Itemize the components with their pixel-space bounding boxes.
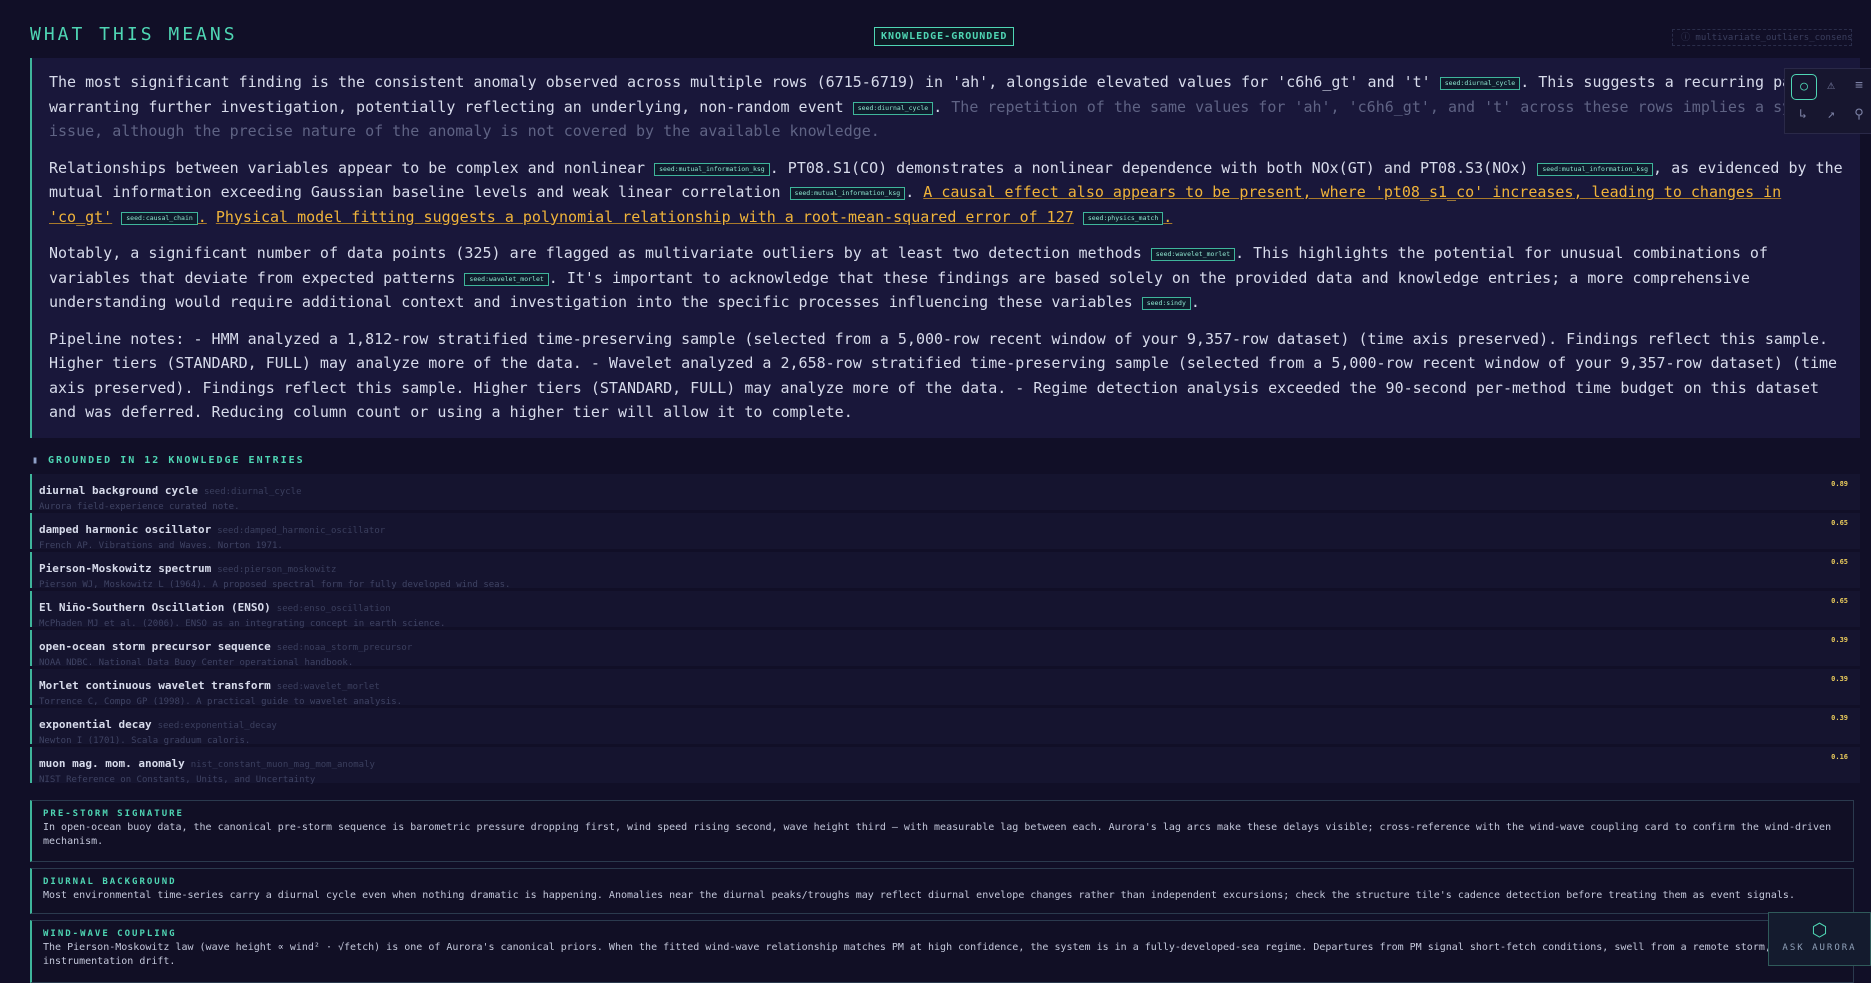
knowledge-entry[interactable]: damped harmonic oscillator seed:damped_ha… <box>30 513 1860 551</box>
entry-citation: NOAA NDBC. National Data Buoy Center ope… <box>39 658 354 668</box>
knowledge-entry[interactable]: Morlet continuous wavelet transform seed:… <box>30 669 1860 707</box>
entry-seed: seed:enso_oscillation <box>276 604 391 614</box>
entry-score: 0.39 <box>1831 714 1848 722</box>
knowledge-entry[interactable]: Pierson-Moskowitz spectrum seed:pierson_m… <box>30 552 1860 590</box>
seed-chip[interactable]: seed:wavelet_morlet <box>464 272 549 286</box>
summary-text: . PT08.S1(CO) demonstrates a nonlinear d… <box>769 158 1529 177</box>
physics-claim-text: Physical model fitting suggests a polyno… <box>215 207 1074 226</box>
entry-seed: seed:exponential_decay <box>157 721 277 731</box>
summary-paragraph: The most significant finding is the cons… <box>49 70 1849 144</box>
hook-icon[interactable]: ↳ <box>1791 103 1815 127</box>
entry-seed: seed:pierson_moskowitz <box>217 565 337 575</box>
entry-title: damped harmonic oscillator <box>39 523 212 536</box>
book-icon: ▮ <box>32 455 41 466</box>
seed-chip[interactable]: seed:mutual_information_ksg <box>654 162 770 176</box>
summary-text: . <box>1163 207 1173 226</box>
ask-aurora-label: ASK AURORA <box>1782 943 1857 953</box>
knowledge-entry[interactable]: El Niño-Southern Oscillation (ENSO) seed:… <box>30 591 1860 629</box>
warning-icon[interactable]: ⚠ <box>1819 74 1843 98</box>
summary-text: Notably, a significant number of data po… <box>49 244 1142 262</box>
grounded-heading: ▮ GROUNDED IN 12 KNOWLEDGE ENTRIES <box>32 455 305 466</box>
entry-title: Pierson-Moskowitz spectrum <box>39 562 212 575</box>
knowledge-entry[interactable]: muon mag. mom. anomaly nist_constant_muon… <box>30 747 1860 785</box>
card-text: The Pierson-Moskowitz law (wave height ∝… <box>43 942 1789 967</box>
entry-citation: French AP. Vibrations and Waves. Norton … <box>39 541 283 551</box>
entry-score: 0.65 <box>1831 558 1848 566</box>
card-title: DIURNAL BACKGROUND <box>43 877 177 887</box>
entry-score: 0.39 <box>1831 675 1848 683</box>
insight-card-wind-wave: WIND-WAVE COUPLING The Pierson-Moskowitz… <box>30 920 1854 983</box>
grounded-heading-text: GROUNDED IN 12 KNOWLEDGE ENTRIES <box>48 455 305 466</box>
card-text: In open-ocean buoy data, the canonical p… <box>43 822 1832 847</box>
entry-seed: seed:diurnal_cycle <box>203 487 302 497</box>
entry-title: exponential decay <box>39 718 152 731</box>
seed-chip[interactable]: seed:mutual_information_ksg <box>1537 162 1654 176</box>
summary-text: . <box>933 97 943 116</box>
entry-title: open-ocean storm precursor sequence <box>39 640 271 653</box>
seed-chip[interactable]: seed:causal_chain <box>121 211 198 225</box>
summary-paragraph: Notably, a significant number of data po… <box>49 241 1849 315</box>
seed-chip[interactable]: seed:physics_match <box>1082 211 1164 225</box>
summary-text: . <box>1190 293 1200 311</box>
summary-paragraph: Relationships between variables appear t… <box>49 156 1849 230</box>
menu-icon[interactable]: ≡ <box>1847 74 1871 98</box>
entry-score: 0.16 <box>1831 753 1848 761</box>
entry-score: 0.65 <box>1831 519 1848 527</box>
entry-citation: Torrence C, Compo GP (1998). A practical… <box>39 697 403 707</box>
entry-citation: Aurora field-experience curated note. <box>39 502 240 512</box>
entry-seed: seed:noaa_storm_precursor <box>276 643 413 653</box>
entry-citation: Pierson WJ, Moskowitz L (1964). A propos… <box>39 580 511 590</box>
knowledge-grounded-badge: KNOWLEDGE-GROUNDED <box>874 27 1015 46</box>
seed-chip[interactable]: seed:wavelet_morlet <box>1150 248 1236 261</box>
entry-seed: seed:damped_harmonic_oscillator <box>217 526 386 536</box>
entry-title: muon mag. mom. anomaly <box>39 757 185 770</box>
insight-card-diurnal: DIURNAL BACKGROUND Most environmental ti… <box>30 868 1854 914</box>
entry-title: Morlet continuous wavelet transform <box>39 679 271 692</box>
seed-chip[interactable]: seed:diurnal_cycle <box>1439 77 1521 90</box>
card-text: Most environmental time-series carry a d… <box>43 890 1795 901</box>
aurora-hex-icon: ⬡ <box>1811 920 1828 941</box>
seed-chip[interactable]: seed:diurnal_cycle <box>852 101 934 115</box>
pipeline-notes: Pipeline notes: - HMM analyzed a 1,812-r… <box>49 329 1838 422</box>
entry-seed: nist_constant_muon_mag_mom_anomaly <box>190 760 375 770</box>
summary-text: The most significant finding is the cons… <box>49 73 1431 91</box>
pin-icon[interactable]: ⚲ <box>1847 103 1871 127</box>
entry-title: El Niño-Southern Oscillation (ENSO) <box>39 601 271 614</box>
entry-seed: seed:wavelet_morlet <box>276 682 380 692</box>
entry-score: 0.89 <box>1831 480 1848 488</box>
entry-title: diurnal background cycle <box>39 484 198 497</box>
summary-text: . <box>905 183 915 201</box>
circle-icon[interactable]: ○ <box>1791 74 1817 100</box>
knowledge-entry[interactable]: open-ocean storm precursor sequence seed:… <box>30 630 1860 668</box>
entry-citation: Newton I (1701). Scala graduum caloris. <box>39 736 251 746</box>
ask-aurora-button[interactable]: ⬡ ASK AURORA <box>1768 912 1871 966</box>
knowledge-entry-list: diurnal background cycle seed:diurnal_cyc… <box>30 474 1860 786</box>
summary-text: . <box>197 207 207 226</box>
summary-panel: The most significant finding is the cons… <box>30 58 1860 438</box>
card-title: WIND-WAVE COUPLING <box>43 929 177 939</box>
knowledge-entry[interactable]: diurnal background cycle seed:diurnal_cyc… <box>30 474 1860 512</box>
summary-text: Relationships between variables appear t… <box>49 158 646 177</box>
method-tag[interactable]: ⓘ multivariate_outliers_consensus <box>1672 29 1852 46</box>
section-title: WHAT THIS MEANS <box>30 24 238 45</box>
entry-score: 0.39 <box>1831 636 1848 644</box>
floating-toolbar: ○ ⚠ ≡ ↳ ↗ ⚲ <box>1784 68 1871 134</box>
card-title: PRE-STORM SIGNATURE <box>43 809 184 819</box>
entry-score: 0.65 <box>1831 597 1848 605</box>
entry-citation: NIST Reference on Constants, Units, and … <box>39 775 316 785</box>
arrow-icon[interactable]: ↗ <box>1819 103 1843 127</box>
entry-citation: McPhaden MJ et al. (2006). ENSO as an in… <box>39 619 446 629</box>
seed-chip[interactable]: seed:mutual_information_ksg <box>789 187 906 200</box>
seed-chip[interactable]: seed:sindy <box>1141 297 1191 310</box>
knowledge-entry[interactable]: exponential decay seed:exponential_decay N… <box>30 708 1860 746</box>
insight-card-pre-storm: PRE-STORM SIGNATURE In open-ocean buoy d… <box>30 800 1854 862</box>
